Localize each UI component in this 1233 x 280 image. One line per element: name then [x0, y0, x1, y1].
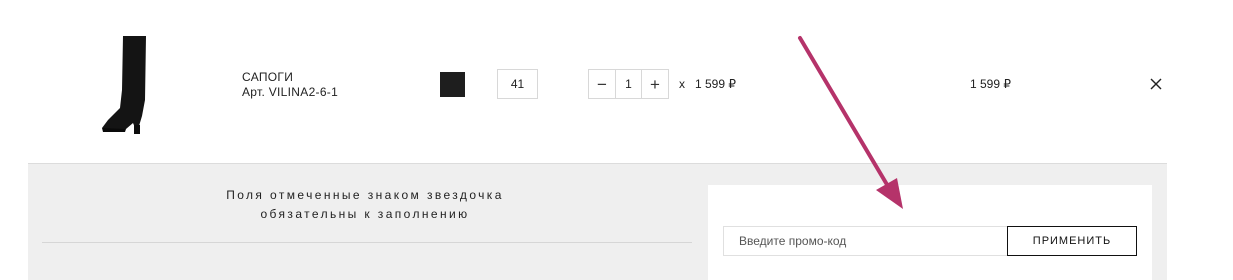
boot-image[interactable]: [92, 30, 152, 138]
decrease-quantity-button[interactable]: −: [589, 70, 615, 98]
size-value: 41: [497, 69, 538, 99]
size-label: 41: [510, 77, 525, 91]
product-info: САПОГИ Арт. VILINA2-6-1: [242, 70, 338, 100]
required-fields-notice: Поля отмеченные знаком звездочка обязате…: [120, 186, 610, 224]
notice-line-2: обязательны к заполнению: [260, 207, 470, 221]
increase-quantity-button[interactable]: +: [642, 70, 668, 98]
close-icon[interactable]: [1149, 77, 1163, 91]
unit-price: 1 599 ₽: [695, 77, 736, 91]
notice-line-1: Поля отмеченные знаком звездочка: [226, 188, 504, 202]
product-article: Арт. VILINA2-6-1: [242, 85, 339, 99]
quantity-value[interactable]: 1: [615, 70, 642, 98]
total-price: 1 599 ₽: [970, 77, 1011, 91]
product-name[interactable]: САПОГИ: [242, 70, 338, 85]
promo-code-input[interactable]: [723, 226, 1008, 256]
multiply-sign: x: [679, 77, 685, 91]
apply-promo-button[interactable]: ПРИМЕНИТЬ: [1007, 226, 1137, 256]
quantity-stepper: − 1 +: [588, 69, 669, 99]
color-swatch: [440, 72, 465, 97]
divider: [42, 242, 692, 243]
